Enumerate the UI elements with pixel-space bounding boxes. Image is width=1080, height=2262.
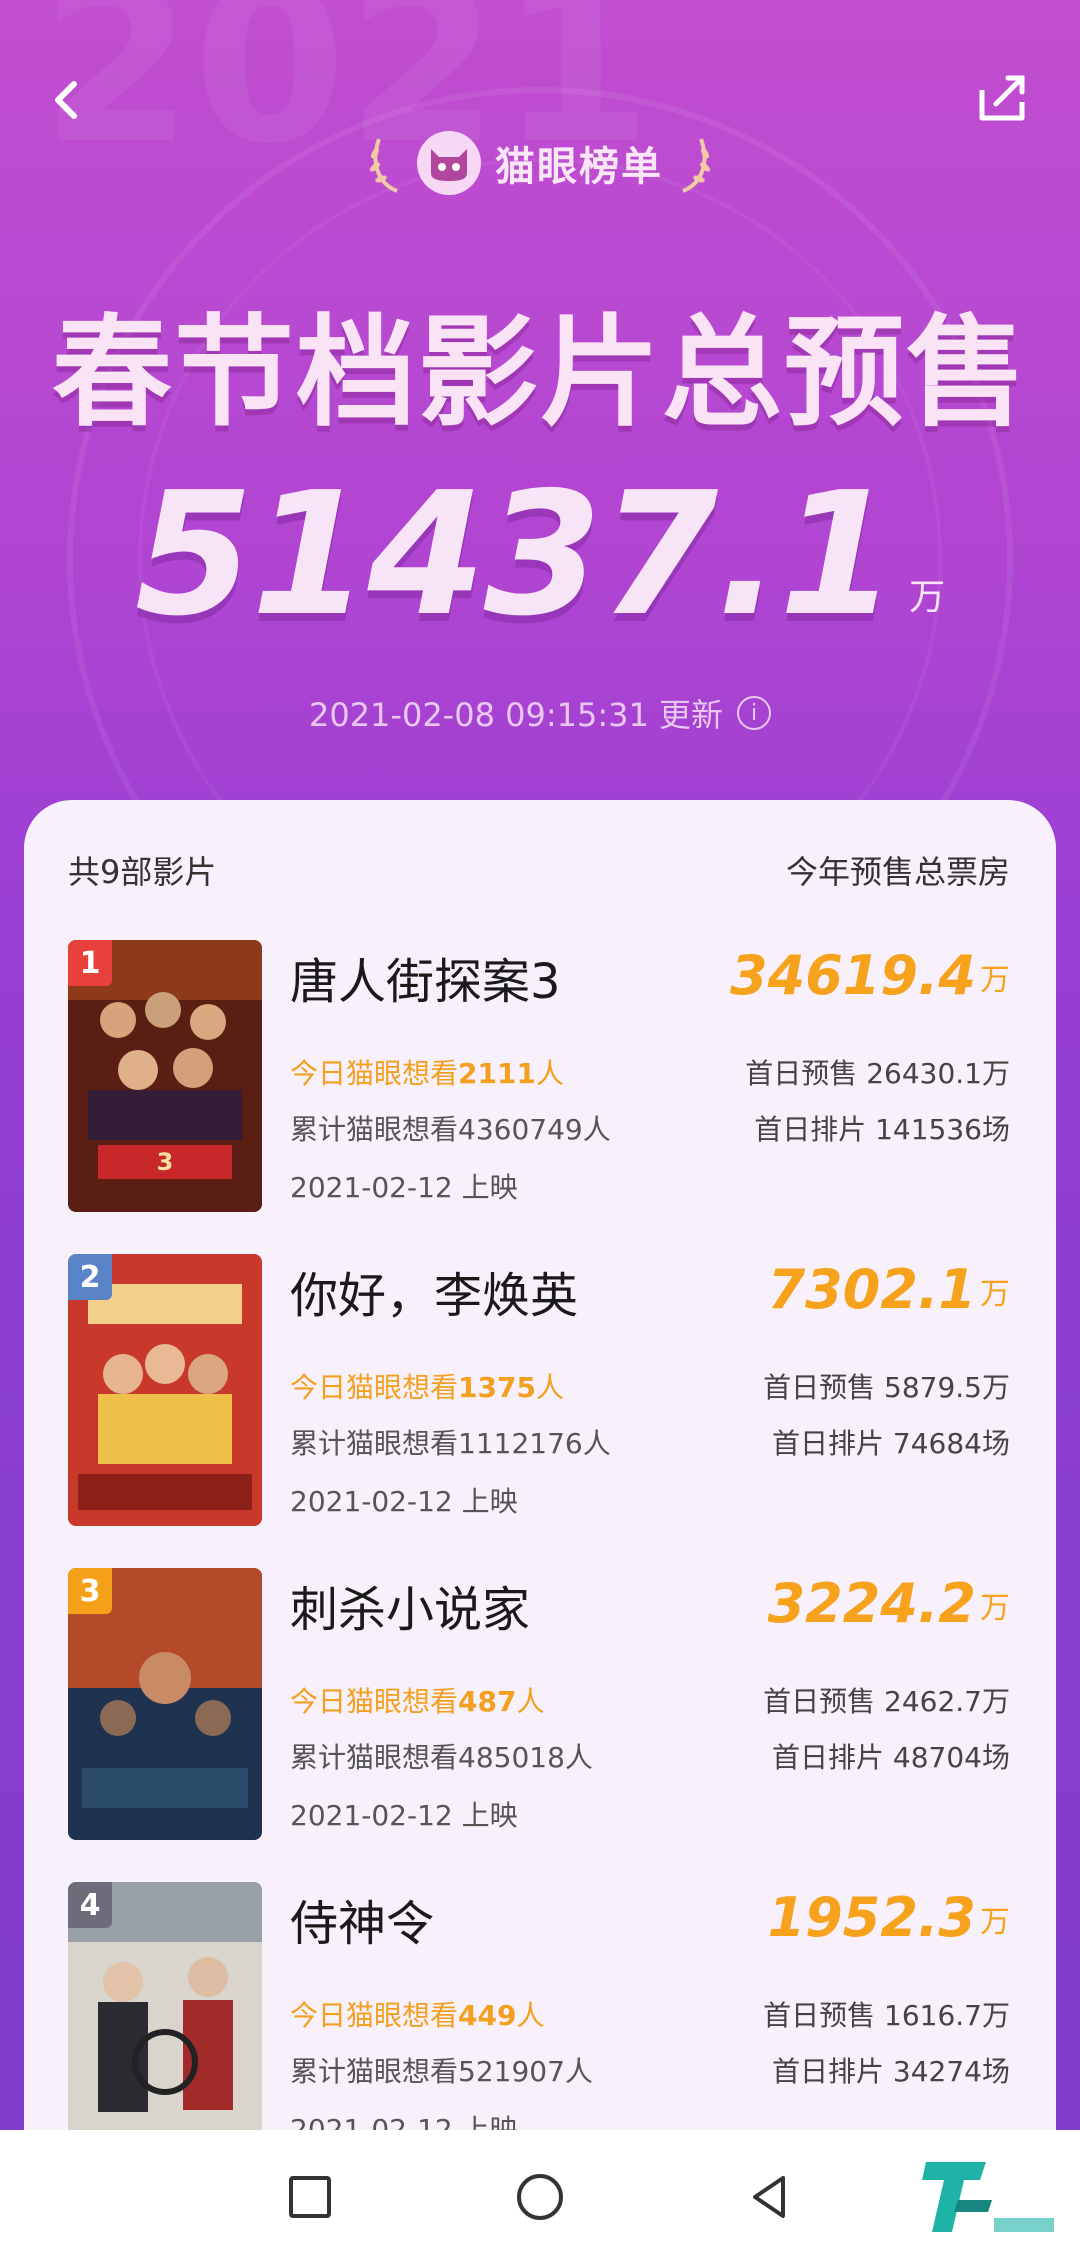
movie-list-card: 共9部影片 今年预售总票房 3 1 唐人街探案3 今日猫眼想看2111人 累计猫… xyxy=(24,800,1056,2200)
today-wish: 今日猫眼想看2111人 xyxy=(290,1057,564,1090)
square-icon[interactable] xyxy=(283,2170,337,2224)
update-time: 2021-02-08 09:15:31 更新 xyxy=(308,696,724,734)
release-date: 2021-02-12 上映 xyxy=(290,1485,518,1518)
box-office: 34619.4 万 xyxy=(730,944,1010,1007)
total-unit: 万 xyxy=(909,577,946,618)
total-value: 51437.1 xyxy=(134,456,897,654)
laurel-right-icon xyxy=(682,138,710,193)
movie-poster[interactable]: 3 xyxy=(68,1568,262,1840)
first-day-schedule: 首日排片 48704场 xyxy=(772,1741,1010,1774)
movie-poster[interactable]: 3 1 xyxy=(68,940,262,1212)
watermark-logo xyxy=(922,2162,1054,2232)
movie-count: 共9部影片 xyxy=(68,853,217,891)
info-icon[interactable]: i xyxy=(737,696,772,730)
cumulative-wish: 累计猫眼想看1112176人 xyxy=(290,1427,611,1460)
share-icon[interactable] xyxy=(970,66,1034,130)
cumulative-wish: 累计猫眼想看4360749人 xyxy=(290,1113,611,1146)
rank-badge: 1 xyxy=(68,940,112,986)
today-wish: 今日猫眼想看487人 xyxy=(290,1685,545,1718)
movie-title[interactable]: 你好，李焕英 xyxy=(290,1256,578,1326)
list-item[interactable]: 3 1 唐人街探案3 今日猫眼想看2111人 累计猫眼想看4360749人 20… xyxy=(24,940,1056,1254)
first-day-schedule: 首日排片 34274场 xyxy=(772,2055,1010,2088)
svg-text:3: 3 xyxy=(157,1148,174,1176)
chevron-left-icon[interactable] xyxy=(36,70,96,130)
update-time-row: 2021-02-08 09:15:31 更新 i xyxy=(0,690,1080,736)
brand-header: 猫眼榜单 xyxy=(0,128,1080,198)
first-day-schedule: 首日排片 141536场 xyxy=(754,1113,1010,1146)
total-presale: 51437.1 万 xyxy=(0,470,1080,640)
box-unit: 万 xyxy=(980,963,1010,998)
box-unit: 万 xyxy=(980,1277,1010,1312)
first-day-presale: 首日预售 26430.1万 xyxy=(745,1057,1010,1090)
box-unit: 万 xyxy=(980,1905,1010,1940)
today-wish: 今日猫眼想看449人 xyxy=(290,1999,545,2032)
movie-title[interactable]: 刺杀小说家 xyxy=(290,1570,530,1640)
movie-title[interactable]: 侍神令 xyxy=(290,1884,434,1954)
box-value: 34619.4 xyxy=(730,944,976,1007)
today-wish: 今日猫眼想看1375人 xyxy=(290,1371,564,1404)
movie-title[interactable]: 唐人街探案3 xyxy=(290,942,561,1012)
release-date: 2021-02-12 上映 xyxy=(290,1171,518,1204)
box-office: 3224.2 万 xyxy=(768,1572,1010,1635)
laurel-left-icon xyxy=(370,138,398,193)
triangle-back-icon[interactable] xyxy=(743,2170,797,2224)
movie-poster[interactable]: 4 xyxy=(68,1882,262,2154)
box-unit: 万 xyxy=(980,1591,1010,1626)
box-office: 7302.1 万 xyxy=(768,1258,1010,1321)
page-title: 春节档影片总预售 xyxy=(52,304,1028,443)
movie-poster[interactable]: 2 xyxy=(68,1254,262,1526)
list-item[interactable]: 2 你好，李焕英 今日猫眼想看1375人 累计猫眼想看1112176人 2021… xyxy=(24,1254,1056,1568)
cumulative-wish: 累计猫眼想看521907人 xyxy=(290,2055,593,2088)
box-office: 1952.3 万 xyxy=(768,1886,1010,1949)
list-header: 共9部影片 今年预售总票房 xyxy=(24,800,1056,940)
rank-badge: 4 xyxy=(68,1882,112,1928)
rank-badge: 2 xyxy=(68,1254,112,1300)
box-value: 1952.3 xyxy=(767,1886,976,1949)
box-value: 3224.2 xyxy=(767,1572,976,1635)
list-item[interactable]: 3 刺杀小说家 今日猫眼想看487人 累计猫眼想看485018人 2021-02… xyxy=(24,1568,1056,1882)
cumulative-wish: 累计猫眼想看485018人 xyxy=(290,1741,593,1774)
box-value: 7302.1 xyxy=(767,1258,976,1321)
circle-icon[interactable] xyxy=(513,2170,567,2224)
maoyan-logo-icon xyxy=(417,131,481,195)
release-date: 2021-02-12 上映 xyxy=(290,1799,518,1832)
first-day-presale: 首日预售 1616.7万 xyxy=(763,1999,1010,2032)
first-day-presale: 首日预售 5879.5万 xyxy=(763,1371,1010,1404)
first-day-presale: 首日预售 2462.7万 xyxy=(763,1685,1010,1718)
column-label: 今年预售总票房 xyxy=(785,853,1010,891)
brand-name: 猫眼榜单 xyxy=(495,144,663,190)
rank-badge: 3 xyxy=(68,1568,112,1614)
first-day-schedule: 首日排片 74684场 xyxy=(772,1427,1010,1460)
